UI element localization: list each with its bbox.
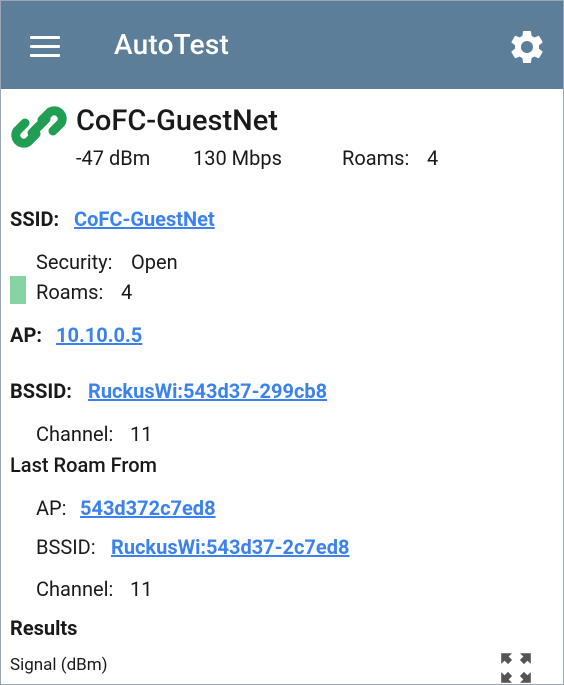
- status-bar: [10, 276, 26, 304]
- ap-label: AP:: [10, 323, 42, 347]
- gear-icon[interactable]: [507, 27, 547, 67]
- ap-link[interactable]: 10.10.0.5: [56, 323, 142, 347]
- app-bar: AutoTest: [0, 0, 564, 89]
- last-roam-bssid-link[interactable]: RuckusWi:543d37-2c7ed8: [111, 535, 349, 559]
- app-title: AutoTest: [114, 28, 229, 61]
- network-name: CoFC-GuestNet: [76, 104, 278, 138]
- security-label: Security:: [36, 250, 113, 274]
- last-roam-bssid-label: BSSID:: [36, 535, 96, 559]
- signal-chart-label: Signal (dBm): [10, 655, 108, 675]
- bssid-link[interactable]: RuckusWi:543d37-299cb8: [88, 379, 327, 403]
- last-roam-channel-label: Channel:: [36, 577, 114, 601]
- results-heading: Results: [10, 616, 78, 640]
- last-roam-ap-label: AP:: [36, 496, 67, 520]
- hamburger-menu-icon[interactable]: [30, 36, 60, 57]
- channel-label: Channel:: [36, 422, 114, 446]
- ssid-link[interactable]: CoFC-GuestNet: [74, 207, 215, 231]
- chain-link-icon: [11, 106, 67, 148]
- bssid-label: BSSID:: [10, 379, 72, 403]
- last-roam-heading: Last Roam From: [10, 453, 157, 477]
- expand-icon[interactable]: [500, 652, 532, 684]
- roams-count: 4: [427, 146, 439, 170]
- ssid-roams-value: 4: [121, 280, 133, 304]
- security-value: Open: [131, 250, 178, 274]
- ssid-roams-label: Roams:: [36, 280, 104, 304]
- signal-strength: -47 dBm: [76, 146, 151, 170]
- roams-label: Roams:: [342, 146, 410, 170]
- channel-value: 11: [130, 422, 153, 446]
- ssid-label: SSID:: [10, 207, 60, 231]
- last-roam-channel-value: 11: [130, 577, 153, 601]
- last-roam-ap-link[interactable]: 543d372c7ed8: [80, 496, 216, 520]
- data-rate: 130 Mbps: [193, 146, 282, 170]
